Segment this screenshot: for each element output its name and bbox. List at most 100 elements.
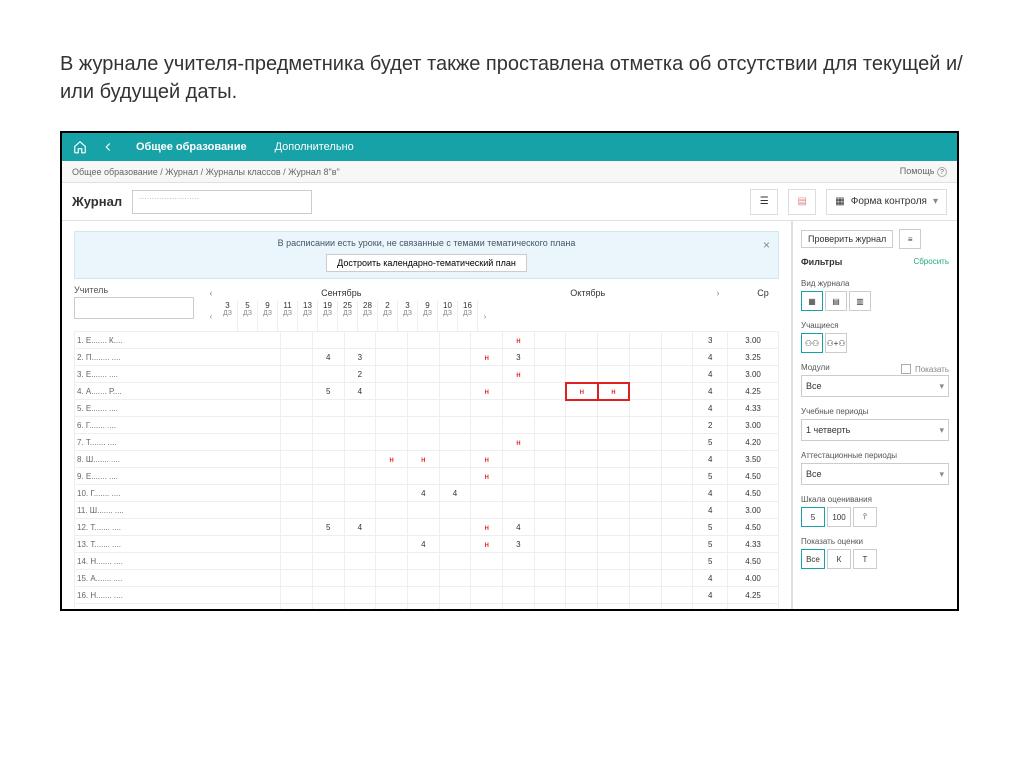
grade-cell[interactable] (281, 519, 313, 536)
grade-cell[interactable] (344, 468, 376, 485)
view-list-icon[interactable]: ▤ (825, 291, 847, 311)
grade-cell[interactable] (629, 553, 661, 570)
students-all-icon[interactable]: ⚇⚇ (801, 333, 823, 353)
grade-cell[interactable] (439, 366, 471, 383)
grade-cell[interactable] (281, 383, 313, 400)
grade-cell[interactable]: 5 (312, 519, 344, 536)
grade-cell[interactable] (534, 485, 566, 502)
grade-cell[interactable]: 4 (439, 485, 471, 502)
build-plan-button[interactable]: Достроить календарно-тематический план (326, 254, 527, 272)
grade-cell[interactable] (629, 536, 661, 553)
grade-cell[interactable] (661, 519, 693, 536)
grade-cell[interactable] (629, 519, 661, 536)
view-grid-icon[interactable]: ▦ (801, 291, 823, 311)
grade-cell[interactable] (566, 366, 598, 383)
grade-cell[interactable] (281, 349, 313, 366)
grade-cell[interactable] (566, 417, 598, 434)
grade-cell[interactable] (281, 332, 313, 349)
grade-cell[interactable] (503, 451, 535, 468)
grade-cell[interactable] (281, 400, 313, 417)
grade-cell[interactable]: н (471, 536, 503, 553)
grade-cell[interactable] (629, 366, 661, 383)
grade-cell[interactable] (312, 434, 344, 451)
grade-cell[interactable]: 4 (312, 349, 344, 366)
grade-cell[interactable]: 4 (503, 519, 535, 536)
grade-cell[interactable] (439, 604, 471, 610)
grade-cell[interactable] (629, 417, 661, 434)
grade-cell[interactable] (661, 485, 693, 502)
grade-cell[interactable] (312, 451, 344, 468)
grade-cell[interactable] (376, 553, 408, 570)
grade-cell[interactable]: н (471, 349, 503, 366)
grade-cell[interactable]: 5 (312, 383, 344, 400)
grade-cell[interactable] (503, 468, 535, 485)
periods-select[interactable]: 1 четверть▾ (801, 419, 949, 441)
grade-cell[interactable] (312, 502, 344, 519)
grade-cell[interactable] (566, 519, 598, 536)
grade-cell[interactable] (376, 587, 408, 604)
grade-cell[interactable] (534, 349, 566, 366)
grade-cell[interactable] (534, 366, 566, 383)
reset-filters-link[interactable]: Сбросить (913, 257, 949, 273)
student-name[interactable]: 10. Г....... .... (75, 485, 281, 502)
grade-cell[interactable] (439, 451, 471, 468)
grade-cell[interactable] (281, 417, 313, 434)
grade-cell[interactable] (312, 536, 344, 553)
grade-cell[interactable]: 4 (344, 519, 376, 536)
grade-cell[interactable] (471, 400, 503, 417)
grade-cell[interactable] (407, 468, 439, 485)
grade-cell[interactable] (471, 332, 503, 349)
grade-cell[interactable] (534, 502, 566, 519)
students-filter-icon[interactable]: ⚇+⚇ (825, 333, 847, 353)
grade-cell[interactable] (281, 485, 313, 502)
grade-cell[interactable] (281, 468, 313, 485)
grade-cell[interactable] (661, 332, 693, 349)
view-mode-2-icon[interactable]: ▤ (788, 189, 816, 215)
grade-cell[interactable] (344, 587, 376, 604)
grade-cell[interactable] (439, 587, 471, 604)
grade-cell[interactable] (566, 485, 598, 502)
grade-cell[interactable] (534, 468, 566, 485)
date-column[interactable]: 9ДЗ (258, 301, 278, 331)
tab-general-education[interactable]: Общее образование (128, 141, 255, 153)
grade-cell[interactable]: н (598, 383, 630, 400)
grade-cell[interactable] (534, 570, 566, 587)
grade-cell[interactable] (407, 332, 439, 349)
grade-cell[interactable] (344, 451, 376, 468)
grades-k-button[interactable]: К (827, 549, 851, 569)
grade-cell[interactable] (407, 570, 439, 587)
grade-cell[interactable] (439, 553, 471, 570)
grade-cell[interactable] (661, 570, 693, 587)
grade-cell[interactable] (344, 604, 376, 610)
student-name[interactable]: 4. А....... Р.... (75, 383, 281, 400)
grade-cell[interactable]: н (471, 468, 503, 485)
grade-cell[interactable] (439, 468, 471, 485)
grade-cell[interactable] (534, 604, 566, 610)
grade-cell[interactable] (281, 604, 313, 610)
grade-cell[interactable] (439, 434, 471, 451)
grade-cell[interactable] (439, 349, 471, 366)
grade-cell[interactable] (661, 417, 693, 434)
teacher-selector[interactable] (74, 297, 194, 319)
grade-cell[interactable] (534, 536, 566, 553)
grade-cell[interactable] (534, 519, 566, 536)
grade-cell[interactable] (661, 451, 693, 468)
date-column[interactable]: 11ДЗ (278, 301, 298, 331)
grade-cell[interactable] (598, 349, 630, 366)
grade-cell[interactable] (281, 502, 313, 519)
modules-select[interactable]: Все▾ (801, 375, 949, 397)
grade-cell[interactable] (471, 417, 503, 434)
grade-cell[interactable] (598, 366, 630, 383)
grade-cell[interactable] (629, 451, 661, 468)
grade-cell[interactable] (534, 383, 566, 400)
grade-cell[interactable] (344, 502, 376, 519)
date-column[interactable]: 25ДЗ (338, 301, 358, 331)
grade-cell[interactable] (376, 485, 408, 502)
grade-cell[interactable] (566, 451, 598, 468)
grade-cell[interactable] (407, 400, 439, 417)
grade-cell[interactable] (598, 434, 630, 451)
grade-cell[interactable] (376, 332, 408, 349)
grade-cell[interactable] (661, 587, 693, 604)
date-column[interactable]: 10ДЗ (438, 301, 458, 331)
grade-cell[interactable]: н (503, 332, 535, 349)
